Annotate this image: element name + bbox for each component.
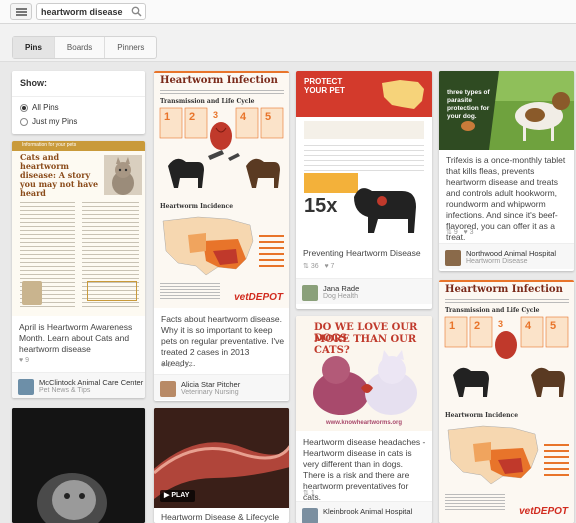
tab-pinners[interactable]: Pinners xyxy=(105,37,156,58)
avatar[interactable] xyxy=(160,381,176,397)
search-input[interactable]: heartworm disease xyxy=(36,3,146,20)
lifecycle-diagram: 1 2 4 5 3 xyxy=(444,316,569,397)
pin-heartworm-infection-2[interactable]: Heartworm Infection Transmission and Lif… xyxy=(439,280,574,523)
search-query: heartworm disease xyxy=(41,7,123,17)
pin-image[interactable]: PROTECT YOUR PET 15x xyxy=(296,71,432,242)
svg-text:3: 3 xyxy=(498,319,503,329)
pin-description: Heartworm Disease & Lifecycle xyxy=(161,512,280,522)
avatar[interactable] xyxy=(445,250,461,266)
pin-description: April is Heartworm Awareness Month. Lear… xyxy=(19,322,133,354)
pin-image[interactable]: ▶ PLAY xyxy=(154,408,289,508)
vetdepot-logo: vetDEPOT xyxy=(234,292,283,303)
board-name[interactable]: Heartworm Disease xyxy=(466,258,527,265)
pinner-name[interactable]: McClintock Animal Care Center xyxy=(39,378,143,387)
board-name[interactable]: Veterinary Nursing xyxy=(181,389,239,396)
pin-description: Preventing Heartworm Disease xyxy=(303,248,421,258)
svg-text:2: 2 xyxy=(189,111,195,123)
svg-text:1: 1 xyxy=(449,320,455,332)
pin-image[interactable]: Information for your pets Cats and heart… xyxy=(12,141,145,316)
play-button[interactable]: ▶ PLAY xyxy=(160,490,196,502)
us-map xyxy=(447,425,539,485)
pin-image[interactable]: DO WE LOVE OUR DOGS MORE THAN OUR CATS? … xyxy=(296,316,432,431)
board-name[interactable]: Dog Health xyxy=(323,293,358,300)
svg-text:4: 4 xyxy=(525,320,532,332)
vetdepot-logo: vetDEPOT xyxy=(519,506,568,517)
dog-silhouette xyxy=(354,188,416,233)
pinner-name[interactable]: Kleinbrook Animal Hospital xyxy=(323,507,412,516)
us-map xyxy=(162,216,254,276)
pin-image[interactable] xyxy=(12,408,145,523)
pin-stats: ♥ 6 ⇅ 17 xyxy=(161,362,193,369)
pin-trifexis[interactable]: three types of parasite protection for y… xyxy=(439,71,574,271)
hamburger-icon xyxy=(16,8,27,10)
lifecycle-diagram: 1 2 4 5 3 xyxy=(159,107,284,188)
top-bar: heartworm disease xyxy=(0,0,576,24)
radio-selected[interactable] xyxy=(20,103,28,112)
svg-text:2: 2 xyxy=(474,320,480,332)
pin-image[interactable]: Heartworm Infection Transmission and Lif… xyxy=(439,280,574,523)
dog-and-cat-illustration xyxy=(313,350,417,415)
show-title: Show: xyxy=(20,78,47,88)
svg-text:5: 5 xyxy=(550,320,556,332)
play-icon: ▶ xyxy=(164,492,170,499)
tab-boards[interactable]: Boards xyxy=(55,37,106,58)
pin-dark-cat[interactable] xyxy=(12,408,145,523)
pinner-footer[interactable]: Kleinbrook Animal Hospital xyxy=(296,501,432,523)
show-filter-panel: Show: All Pins Just my Pins xyxy=(12,71,145,134)
tablet-image xyxy=(461,121,475,131)
pin-repin-count: ⇅ 1 xyxy=(303,490,315,497)
pinner-name[interactable]: Alicia Star Pitcher xyxy=(181,380,240,389)
pin-stats: ⇅ 36 ♥ 7 xyxy=(303,263,335,270)
search-icon[interactable] xyxy=(131,6,142,17)
avatar[interactable] xyxy=(302,285,318,301)
menu-button[interactable] xyxy=(10,3,32,20)
pin-stats: ⇅ 9 ♥ 3 xyxy=(446,229,474,236)
cat-photo xyxy=(12,408,145,523)
pin-heartworm-infection[interactable]: Heartworm Infection Transmission and Lif… xyxy=(154,71,289,401)
us-map-icon xyxy=(382,80,424,109)
pin-preventing-heartworm[interactable]: PROTECT YOUR PET 15x Preventing Heartwor… xyxy=(296,71,432,309)
pinner-footer[interactable]: Jana Rade Dog Health xyxy=(296,278,432,304)
option-all-pins[interactable]: All Pins xyxy=(20,103,59,112)
search-tabs: Pins Boards Pinners xyxy=(12,36,158,59)
pin-image[interactable]: three types of parasite protection for y… xyxy=(439,71,574,150)
pin-like-count: ♥ 9 xyxy=(19,357,30,364)
search-filter-bar: Pins Boards Pinners xyxy=(0,24,576,62)
cat-photo xyxy=(104,155,142,195)
svg-text:4: 4 xyxy=(240,111,247,123)
svg-text:5: 5 xyxy=(265,111,271,123)
pinner-footer[interactable]: Alicia Star Pitcher Veterinary Nursing xyxy=(154,374,289,400)
pinner-footer[interactable]: Northwood Animal Hospital Heartworm Dise… xyxy=(439,243,574,269)
board-name[interactable]: Pet News & Tips xyxy=(39,387,90,394)
svg-text:3: 3 xyxy=(213,110,218,120)
pinner-name[interactable]: Northwood Animal Hospital xyxy=(466,249,556,258)
pin-image[interactable]: Heartworm Infection Transmission and Lif… xyxy=(154,71,289,308)
radio-unselected[interactable] xyxy=(20,117,28,126)
pin-description: Heartworm disease headaches - Heartworm … xyxy=(303,437,426,502)
pin-dogs-vs-cats[interactable]: DO WE LOVE OUR DOGS MORE THAN OUR CATS? … xyxy=(296,316,432,523)
svg-text:1: 1 xyxy=(164,111,170,123)
avatar[interactable] xyxy=(18,379,34,395)
pin-cats-heartworm[interactable]: Information for your pets Cats and heart… xyxy=(12,141,145,398)
pin-video-lifecycle[interactable]: ▶ PLAY Heartworm Disease & Lifecycle xyxy=(154,408,289,523)
divider xyxy=(12,96,145,97)
option-just-my-pins[interactable]: Just my Pins xyxy=(20,117,77,126)
pinner-footer[interactable]: McClintock Animal Care Center Pet News &… xyxy=(12,372,145,398)
avatar[interactable] xyxy=(302,508,318,523)
tab-pins[interactable]: Pins xyxy=(13,37,55,58)
pinner-name[interactable]: Jana Rade xyxy=(323,284,359,293)
